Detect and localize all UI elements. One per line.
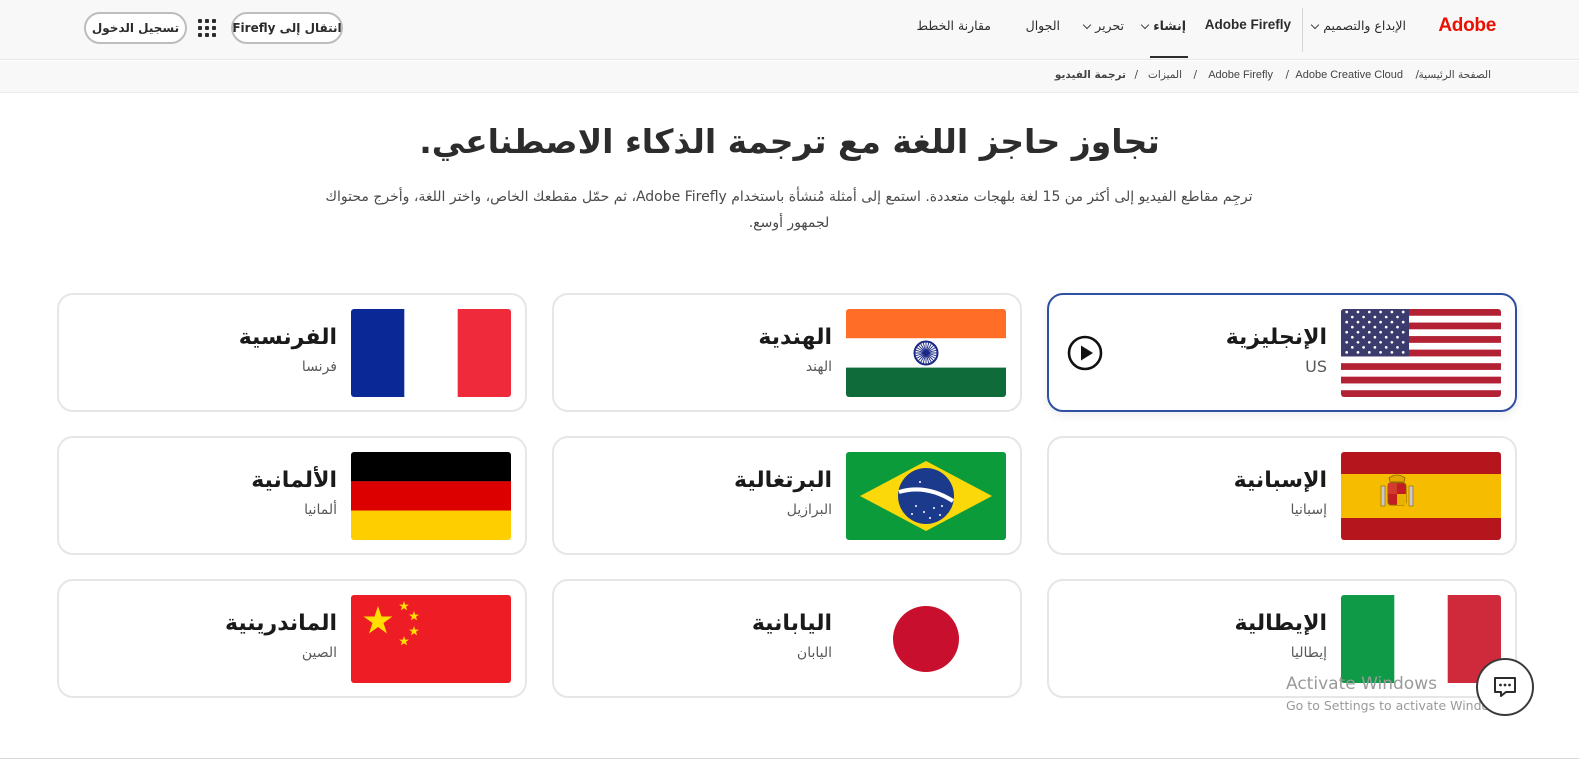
language-name: الإنجليزية [1225,325,1327,350]
page-bottom-divider [0,758,1579,759]
language-region: اليابان [796,645,832,661]
language-card-english[interactable]: الإنجليزية US [1047,293,1517,412]
chevron-down-icon [1140,20,1150,30]
nav-active-indicator [1150,56,1188,58]
top-navigation: Adobe الإبداع والتصميم Adobe Firefly إنش… [0,0,1579,60]
language-card-mandarin[interactable]: الماندرينية الصين [57,579,527,698]
breadcrumb-firefly[interactable]: Adobe Firefly [1208,69,1273,81]
flag-china-icon [351,595,511,683]
language-name: الفرنسية [238,325,337,350]
nav-firefly-link[interactable]: Adobe Firefly [1205,17,1291,32]
page-subtitle: ترجِم مقاطع الفيديو إلى أكثر من 15 لغة ب… [325,189,1253,231]
language-card-spanish[interactable]: الإسبانية إسبانيا [1047,436,1517,555]
language-card-japanese[interactable]: اليابانية اليابان [552,579,1022,698]
nav-edit-label: تحرير [1095,18,1124,33]
play-icon[interactable] [1067,335,1103,371]
page-title: تجاوز حاجز اللغة مع ترجمة الذكاء الاصطنا… [419,122,1160,161]
language-card-french[interactable]: الفرنسية فرنسا [57,293,527,412]
flag-italy-icon [1341,595,1501,683]
flag-us-icon [1341,309,1501,397]
breadcrumb: الصفحة الرئيسية / Adobe Creative Cloud /… [0,61,1579,93]
language-name: الهندية [758,325,832,350]
nav-create-label: إنشاء [1153,18,1186,33]
language-region: إسبانيا [1290,502,1328,518]
flag-spain-icon [1341,452,1501,540]
sign-in-button[interactable]: تسجيل الدخول [84,12,187,44]
chat-button[interactable] [1476,658,1534,716]
language-name: الإسبانية [1233,468,1327,493]
language-name: الألمانية [251,468,337,493]
adobe-logo[interactable]: Adobe [1438,15,1496,37]
language-region: US [1305,357,1327,376]
language-name: الإيطالية [1234,611,1327,636]
breadcrumb-home[interactable]: الصفحة الرئيسية [1419,69,1491,81]
language-region: ألمانيا [304,502,337,518]
flag-japan-icon [846,595,1006,683]
language-region: إيطاليا [1290,645,1327,661]
nav-divider [1302,8,1303,52]
language-card-german[interactable]: الألمانية ألمانيا [57,436,527,555]
windows-activation-watermark: Activate Windows Go to Settings to activ… [1286,674,1506,713]
language-name: البرتغالية [734,468,832,493]
chevron-down-icon [1310,20,1320,30]
chevron-down-icon [1082,20,1092,30]
activate-subtitle: Go to Settings to activate Windows [1286,698,1506,713]
language-region: فرنسا [301,359,337,375]
breadcrumb-current: ترجمة الفيديو [1054,69,1126,81]
breadcrumb-creative-cloud[interactable]: Adobe Creative Cloud [1295,69,1403,81]
language-name: الماندرينية [224,611,337,636]
chat-icon [1494,677,1516,697]
language-card-hindi[interactable]: الهندية الهند [552,293,1022,412]
nav-edit-menu[interactable]: تحرير [1082,18,1124,33]
language-name: اليابانية [751,611,832,636]
flag-india-icon [846,309,1006,397]
nav-create-menu[interactable]: إنشاء [1140,18,1186,33]
nav-mobile-link[interactable]: الجوال [1026,18,1060,33]
language-region: الهند [805,359,832,375]
language-card-portuguese[interactable]: البرتغالية البرازيل [552,436,1022,555]
flag-france-icon [351,309,511,397]
language-region: البرازيل [786,502,832,518]
app-switcher-icon[interactable] [198,19,216,37]
nav-creativity-label: الإبداع والتصميم [1323,18,1406,33]
flag-germany-icon [351,452,511,540]
language-region: الصين [301,645,337,661]
nav-compare-plans-link[interactable]: مقارنة الخطط [917,18,992,33]
breadcrumb-features[interactable]: الميزات [1148,69,1182,81]
activate-title: Activate Windows [1286,674,1437,694]
nav-creativity-menu[interactable]: الإبداع والتصميم [1310,18,1406,33]
flag-brazil-icon [846,452,1006,540]
goto-firefly-button[interactable]: انتقال إلى Firefly [231,12,343,44]
